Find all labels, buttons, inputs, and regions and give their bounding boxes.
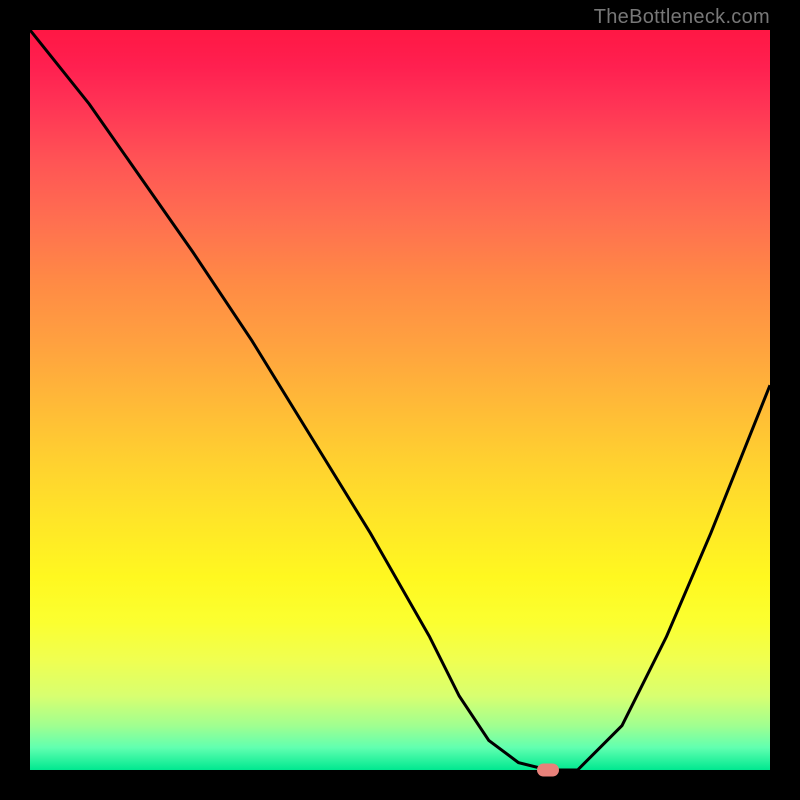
plot-area: [30, 30, 770, 770]
watermark-text: TheBottleneck.com: [594, 6, 770, 29]
optimal-marker: [537, 764, 559, 777]
chart-container: TheBottleneck.com: [0, 0, 800, 800]
curve-svg: [30, 30, 770, 770]
bottleneck-curve: [30, 30, 770, 770]
